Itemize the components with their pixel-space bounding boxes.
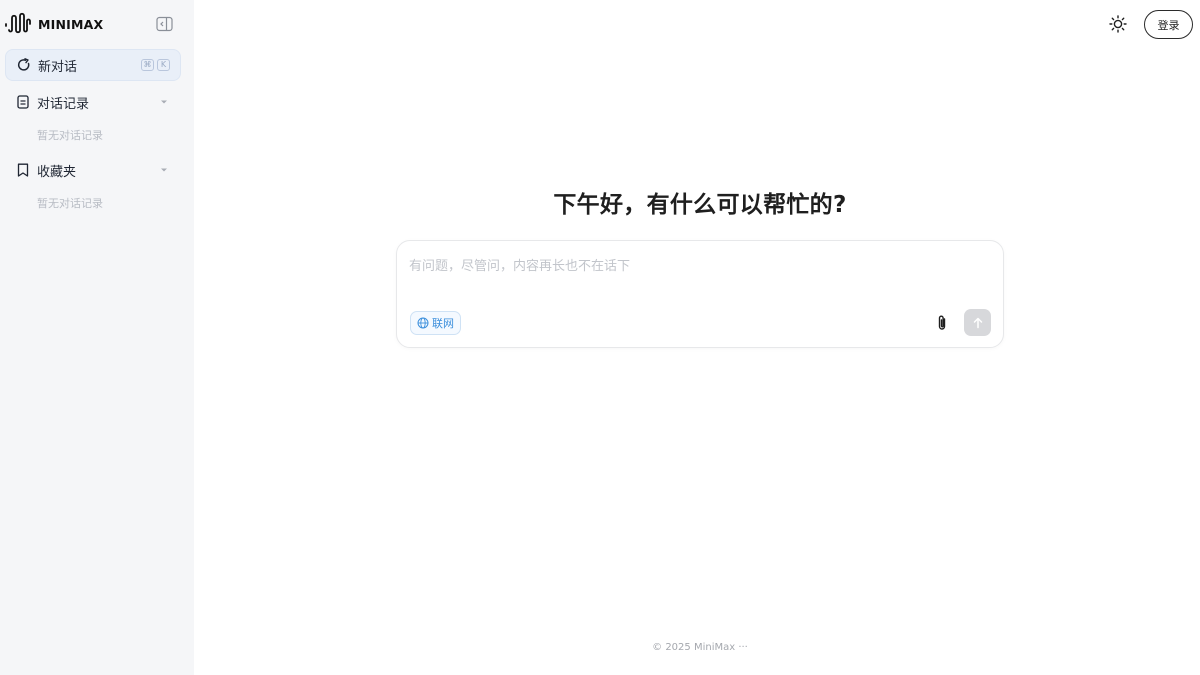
sun-icon [1109, 15, 1127, 33]
globe-icon [417, 317, 429, 329]
web-search-toggle[interactable]: 联网 [410, 311, 461, 335]
attach-file-button[interactable] [933, 312, 951, 334]
chat-input[interactable] [409, 255, 989, 295]
app-root: MINIMAX 新对话 ⌘ K 对话记录 暂无对话记录 收藏夹 暂无对话记录 登… [0, 0, 1200, 675]
footer-copyright: © 2025 MiniMax ··· [652, 642, 748, 653]
send-button[interactable] [964, 309, 991, 336]
paperclip-icon [938, 315, 946, 330]
theme-toggle-button[interactable] [1108, 14, 1128, 34]
web-search-label: 联网 [432, 317, 454, 330]
arrow-up-icon [973, 317, 982, 328]
greeting-heading: 下午好，有什么可以帮忙的? [553, 192, 847, 218]
chat-input-card: 联网 [396, 240, 1004, 348]
login-button[interactable]: 登录 [1144, 10, 1193, 39]
main-area: 登录 下午好，有什么可以帮忙的? 联网 [0, 0, 1200, 675]
